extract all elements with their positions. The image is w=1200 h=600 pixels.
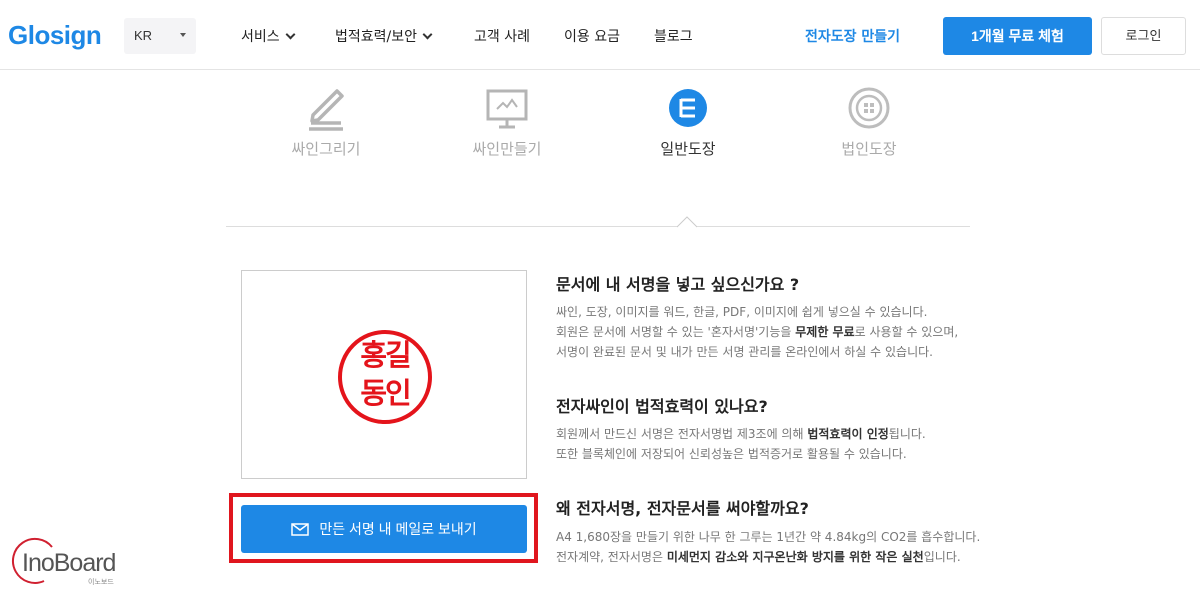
nav-label: 이용 요금 [564,29,620,45]
caret-down-icon [180,33,186,37]
faq-answer-line: 또한 블록체인에 저장되어 신뢰성높은 법적증거로 활용될 수 있습니다. [556,447,907,461]
tab-corporate-stamp[interactable]: 법인도장 [789,80,949,159]
nav-label: 블로그 [654,29,693,45]
faq-question-1: 문서에 내 서명을 넣고 싶으신가요 ? [556,275,800,294]
make-stamp-link[interactable]: 전자도장 만들기 [805,26,900,46]
faq-answer-line: 전자계약, 전자서명은 미세먼지 감소와 지구온난화 방지를 위한 작은 실천입… [556,550,961,564]
send-to-my-email-button[interactable]: 만든 서명 내 메일로 보내기 [241,505,527,553]
faq-answer-line: 회원은 문서에 서명할 수 있는 '혼자서명'기능을 무제한 무료로 사용할 수… [556,325,959,339]
nav-item-customer-cases[interactable]: 고객 사례 [474,26,530,46]
free-trial-button[interactable]: 1개월 무료 체험 [943,17,1092,55]
faq-question-3: 왜 전자서명, 전자문서를 써야할까요? [556,499,809,518]
pen-draw-icon [246,80,406,136]
glosign-logo[interactable]: Glosign [8,20,102,51]
tab-make-signature[interactable]: 싸인만들기 [427,80,587,159]
nav-label: 서비스 [241,29,280,45]
tab-label: 법인도장 [841,140,897,158]
tab-label: 일반도장 [660,140,716,158]
seal-text-line1: 홍길 [360,338,411,372]
nav-item-blog[interactable]: 블로그 [654,26,693,46]
language-select[interactable]: KR [124,18,196,54]
red-seal-stamp: 홍길 동인 [338,330,432,424]
general-stamp-icon [608,80,768,136]
tab-label: 싸인만들기 [472,140,542,158]
corporate-stamp-icon [789,80,949,136]
chevron-down-icon [422,29,433,40]
faq-answer-line: A4 1,680장을 만들기 위한 나무 한 그루는 1년간 약 4.84kg의… [556,530,981,544]
inoboard-watermark: InoBoard 이노보드 [8,537,123,587]
faq-answer-line: 서명이 완료된 문서 및 내가 만든 서명 관리를 온라인에서 하실 수 있습니… [556,345,933,359]
chevron-down-icon [285,29,296,40]
send-button-label: 만든 서명 내 메일로 보내기 [319,521,477,537]
nav-item-pricing[interactable]: 이용 요금 [564,26,620,46]
tab-label: 싸인그리기 [291,140,361,158]
top-header: Glosign KR 서비스 법적효력/보안 고객 사례 이용 요금 블로그 전… [0,0,1200,70]
faq-answer-line: 싸인, 도장, 이미지를 워드, 한글, PDF, 이미지에 쉽게 넣으실 수 … [556,305,928,319]
nav-label: 법적효력/보안 [335,29,417,45]
mail-icon [291,522,310,536]
nav-label: 고객 사례 [474,29,530,45]
tab-divider [226,226,970,227]
tab-general-stamp[interactable]: 일반도장 [608,80,768,159]
tab-draw-signature[interactable]: 싸인그리기 [246,80,406,159]
nav-item-legal-security[interactable]: 법적효력/보안 [335,26,433,46]
nav-item-services[interactable]: 서비스 [241,26,296,46]
faq-answer-line: 회원께서 만드신 서명은 전자서명법 제3조에 의해 법적효력이 인정됩니다. [556,427,926,441]
active-tab-pointer [677,216,697,228]
language-value: KR [134,28,153,43]
seal-text-line2: 동인 [360,376,411,410]
stamp-preview: 홍길 동인 [241,270,527,479]
login-button[interactable]: 로그인 [1101,17,1186,55]
watermark-subtext: 이노보드 [88,578,114,586]
faq-question-2: 전자싸인이 법적효력이 있나요? [556,397,768,416]
monitor-sign-icon [427,80,587,136]
watermark-text: InoBoard [22,549,116,577]
